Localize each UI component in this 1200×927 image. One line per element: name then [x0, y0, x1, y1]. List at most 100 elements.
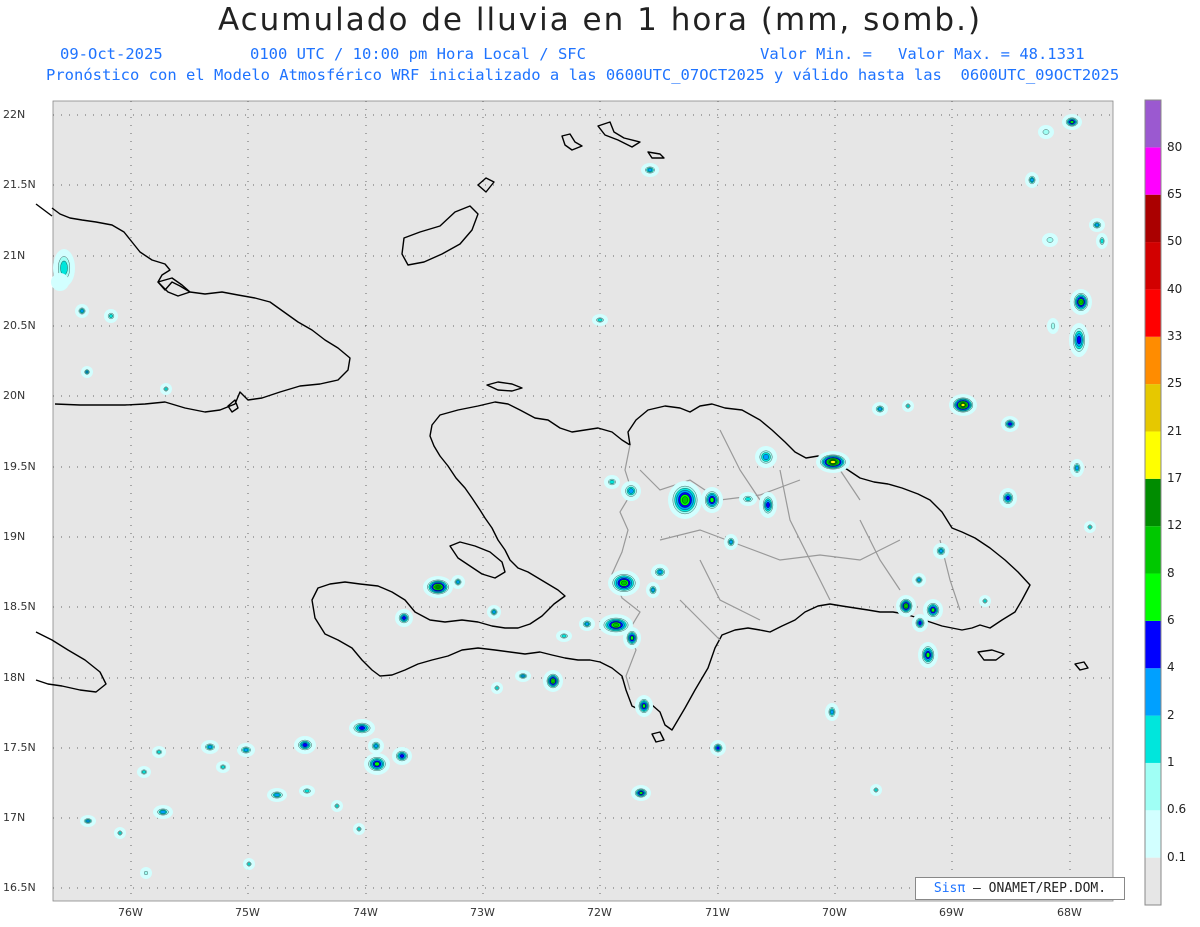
- lon-label: 68W: [1057, 906, 1082, 919]
- rain-cell: [521, 674, 525, 678]
- colorbar-swatch: [1145, 431, 1161, 479]
- rain-cell: [1006, 495, 1010, 501]
- lat-label: 18.5N: [3, 600, 36, 613]
- rain-cell: [628, 488, 634, 494]
- lat-label: 21N: [3, 249, 26, 262]
- rain-cell: [585, 622, 589, 626]
- rain-cell: [358, 726, 366, 730]
- colorbar-swatch: [1145, 715, 1161, 763]
- rain-cell: [304, 789, 310, 793]
- colorbar-label: 12: [1167, 518, 1183, 532]
- colorbar-label: 40: [1167, 282, 1183, 296]
- rain-cell: [612, 623, 620, 627]
- sispi-logo-text: Sisπ: [933, 881, 966, 896]
- rain-cell: [926, 652, 930, 658]
- rain-cell: [374, 744, 378, 748]
- rain-cell: [630, 635, 634, 641]
- rain-cell: [983, 599, 987, 603]
- lon-label: 70W: [822, 906, 847, 919]
- lat-label: 19.5N: [3, 460, 36, 473]
- rain-cell: [906, 404, 910, 408]
- lat-label: 18N: [3, 671, 26, 684]
- rain-cell: [878, 407, 882, 411]
- colorbar-label: 4: [1167, 660, 1175, 674]
- rain-cell: [435, 585, 441, 589]
- colorbar-label: 2: [1167, 708, 1175, 722]
- rain-cell: [164, 387, 168, 391]
- model-info-line: Pronóstico con el Modelo Atmosférico WRF…: [46, 66, 1120, 84]
- rain-cell: [716, 746, 720, 750]
- lat-label: 21.5N: [3, 178, 36, 191]
- colorbar-label: 17: [1167, 471, 1183, 485]
- colorbar-label: 21: [1167, 424, 1183, 438]
- rain-cell: [874, 788, 878, 792]
- rain-cell: [961, 403, 965, 407]
- forecast-map: [35, 99, 1162, 906]
- colorbar-label: 25: [1167, 376, 1183, 390]
- rain-cell: [221, 765, 225, 769]
- rain-cell: [243, 748, 249, 752]
- rain-cell: [681, 496, 689, 504]
- colorbar-label: 1: [1167, 755, 1175, 769]
- lon-label: 76W: [118, 906, 143, 919]
- rain-cell: [904, 604, 908, 608]
- rain-cell: [621, 580, 627, 586]
- credit-box: Sisπ – ONAMET/REP.DOM.: [915, 877, 1125, 900]
- lat-label: 16.5N: [3, 881, 36, 894]
- colorbar-swatch: [1145, 242, 1161, 290]
- rain-cell: [357, 827, 361, 831]
- rain-cell: [207, 745, 213, 749]
- rain-cell: [118, 831, 122, 835]
- credit-org: – ONAMET/REP.DOM.: [973, 881, 1107, 896]
- rain-cell: [374, 761, 380, 767]
- colorbar-swatch: [1145, 857, 1161, 905]
- rain-cell: [160, 810, 166, 814]
- lat-label: 22N: [3, 108, 26, 121]
- colorbar-swatch: [1145, 810, 1161, 858]
- rain-cell: [109, 314, 113, 318]
- rain-cell: [86, 819, 90, 823]
- rain-cell: [1042, 129, 1050, 135]
- rain-cell: [597, 318, 603, 322]
- rain-cell: [302, 743, 308, 747]
- rain-cell: [85, 370, 89, 374]
- rain-cell: [335, 804, 339, 808]
- lon-label: 73W: [470, 906, 495, 919]
- rain-cell: [830, 709, 834, 715]
- rain-cell: [609, 480, 615, 484]
- colorbar: [1144, 99, 1162, 906]
- rain-cell: [1075, 465, 1079, 471]
- rain-cell: [917, 578, 921, 582]
- rain-cell: [144, 871, 148, 875]
- rain-cell: [651, 588, 655, 592]
- rain-cell: [551, 679, 555, 683]
- colorbar-swatch: [1145, 147, 1161, 195]
- colorbar-label: 65: [1167, 187, 1183, 201]
- rain-cell: [157, 750, 161, 754]
- rain-cell: [274, 793, 280, 797]
- colorbar-label: 33: [1167, 329, 1183, 343]
- lat-label: 17.5N: [3, 741, 36, 754]
- lon-label: 75W: [235, 906, 260, 919]
- rain-cell: [1046, 237, 1054, 243]
- rain-cell: [766, 501, 770, 509]
- value-min: Valor Min. =: [760, 45, 872, 63]
- forecast-time: 0100 UTC / 10:00 pm Hora Local / SFC: [250, 45, 586, 63]
- rain-cell: [1095, 223, 1099, 227]
- lon-label: 71W: [705, 906, 730, 919]
- colorbar-swatch: [1145, 384, 1161, 432]
- lon-label: 72W: [587, 906, 612, 919]
- rain-cell: [830, 460, 836, 464]
- lat-label: 20.5N: [3, 319, 36, 332]
- rain-cell: [939, 549, 943, 553]
- value-max: Valor Max. = 48.1331: [898, 45, 1085, 63]
- rain-cell: [657, 570, 663, 574]
- rain-cell: [1100, 238, 1104, 244]
- colorbar-swatch: [1145, 620, 1161, 669]
- colorbar-label: 8: [1167, 566, 1175, 580]
- rain-cell: [918, 621, 922, 625]
- rain-cell: [247, 862, 251, 866]
- rain-cell: [492, 610, 496, 614]
- lon-label: 74W: [353, 906, 378, 919]
- lat-label: 19N: [3, 530, 26, 543]
